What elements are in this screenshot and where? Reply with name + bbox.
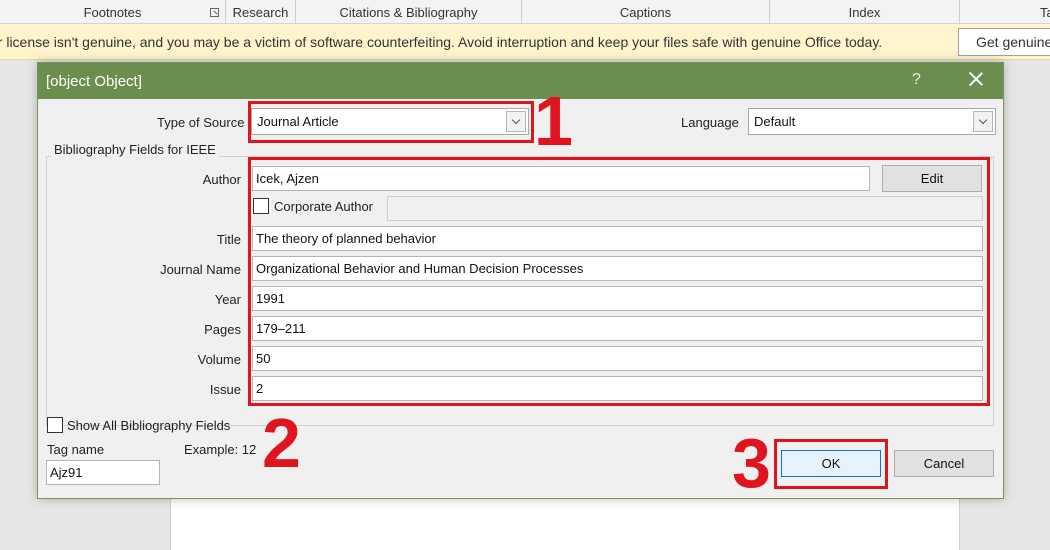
ribbon-group-index[interactable]: Index: [770, 0, 960, 24]
highlight-box-1: [248, 101, 534, 143]
type-of-source-label: Type of Source: [157, 115, 245, 130]
document-page: [170, 498, 960, 550]
license-message: ur license isn't genuine, and you may be…: [0, 34, 883, 50]
license-warning-bar: ur license isn't genuine, and you may be…: [0, 24, 1050, 60]
tag-example-label: Example: 12: [184, 442, 257, 457]
dialog-launcher-icon[interactable]: [210, 8, 219, 17]
year-label: Year: [214, 292, 241, 307]
tag-name-label: Tag name: [47, 442, 105, 457]
cancel-button[interactable]: Cancel: [894, 450, 994, 477]
bibliography-fields-title: Bibliography Fields for IEEE: [51, 142, 219, 157]
chevron-down-icon[interactable]: [973, 111, 993, 132]
language-label: Language: [681, 115, 739, 130]
ribbon-group-citations[interactable]: Citations & Bibliography: [296, 0, 522, 24]
highlight-box-3: [774, 439, 888, 489]
journal-name-label: Journal Name: [160, 262, 241, 277]
volume-label: Volume: [197, 352, 241, 367]
language-dropdown[interactable]: Default: [748, 108, 996, 135]
title-label: Title: [216, 232, 241, 247]
pages-label: Pages: [204, 322, 241, 337]
show-all-fields-checkbox[interactable]: [47, 417, 63, 433]
tag-name-field[interactable]: Ajz91: [46, 460, 160, 485]
annotation-number-2: 2: [262, 404, 301, 482]
close-icon[interactable]: [966, 69, 986, 89]
help-icon[interactable]: ?: [912, 71, 921, 89]
ribbon-group-footnotes[interactable]: Footnotes: [0, 0, 226, 24]
issue-label: Issue: [209, 382, 241, 397]
ribbon: Footnotes Research Citations & Bibliogra…: [0, 0, 1050, 24]
ribbon-group-research[interactable]: Research: [226, 0, 296, 24]
ribbon-group-table[interactable]: Ta: [1040, 0, 1050, 24]
annotation-number-3: 3: [732, 424, 771, 502]
show-all-fields-label: Show All Bibliography Fields: [67, 418, 231, 433]
dialog-titlebar: [object Object] ?: [38, 63, 1003, 99]
highlight-box-2: [248, 157, 990, 406]
get-genuine-button[interactable]: Get genuine: [958, 28, 1050, 56]
author-label: Author: [202, 172, 241, 187]
language-value: Default: [754, 114, 796, 129]
annotation-number-1: 1: [534, 82, 573, 160]
dialog-title: [object Object]: [46, 73, 142, 90]
ribbon-group-captions[interactable]: Captions: [522, 0, 770, 24]
